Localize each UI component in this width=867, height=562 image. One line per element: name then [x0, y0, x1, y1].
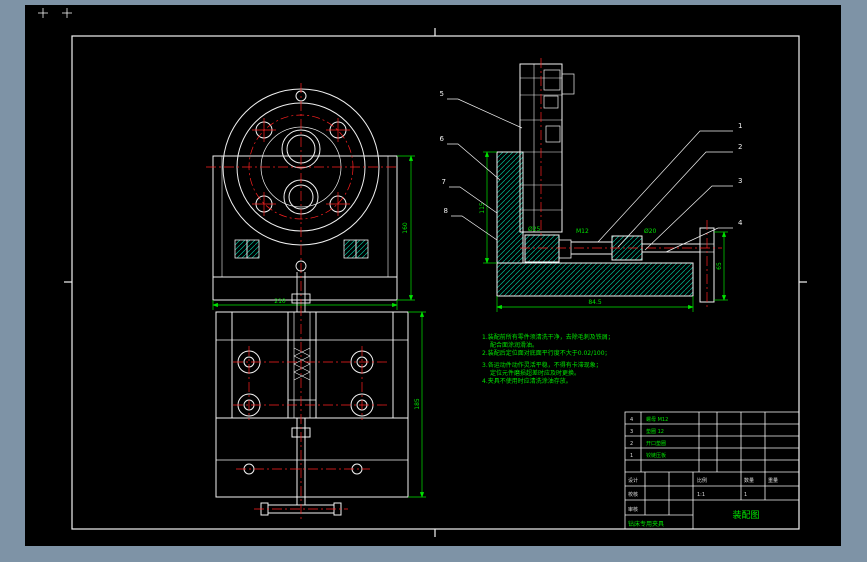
cell-check: 校核 [628, 491, 638, 498]
note-line-3: 2.装配后定位面对底面平行度不大于0.02/100； [482, 349, 611, 357]
balloon-7: 7 [442, 178, 446, 186]
paper-background [25, 5, 841, 546]
bom-name-1: 螺母 M12 [646, 416, 668, 423]
dim-pin-right: 65 [716, 262, 723, 270]
dim-thread: M12 [576, 228, 589, 235]
cell-scale-label: 比例 [697, 477, 707, 484]
drawing-subtitle: 钻床专用夹具 [628, 520, 664, 528]
balloon-3: 3 [738, 177, 742, 185]
note-line-6: 4.夹具不使用时应清洗涂油存放。 [482, 377, 572, 385]
dim-front-height: 185 [414, 398, 421, 410]
cell-scale-value: 1:1 [697, 492, 705, 498]
cell-audit: 审核 [628, 506, 638, 513]
balloon-1: 1 [738, 122, 742, 130]
balloon-4: 4 [738, 219, 743, 227]
dim-dia2: Ø25 [528, 226, 541, 233]
bom-name-4: 铰链压板 [646, 452, 666, 459]
dim-section-left: 115 [479, 202, 486, 214]
note-line-1: 1.装配前所有零件须清洗干净，去除毛刺及铁屑； [482, 333, 614, 341]
dim-top-width: 210 [274, 298, 286, 305]
cell-qty-value: 1 [744, 492, 747, 498]
bom-name-3: 开口垫圈 [646, 440, 666, 447]
bom-no-3: 2 [630, 441, 633, 447]
dim-top-height: 160 [402, 222, 409, 234]
dim-dia: Ø20 [644, 228, 657, 235]
cell-design: 设计 [628, 477, 638, 484]
note-line-5: 定位元件磨损超差时应及时更换。 [490, 369, 580, 377]
note-line-4: 3.各运动件动作灵活平稳，不得有卡滞现象； [482, 361, 602, 369]
bom-no-1: 4 [630, 417, 633, 423]
balloon-6: 6 [440, 135, 445, 143]
cell-weight-label: 重量 [768, 477, 778, 484]
drawing-canvas[interactable]: 160 210 185 115 84.5 65 M12 Ø20 Ø25 1 2 … [0, 0, 867, 562]
drawing-title: 装配图 [732, 509, 759, 521]
cell-qty-label: 数量 [744, 477, 754, 484]
balloon-8: 8 [444, 207, 448, 215]
note-line-2: 配合面涂润滑油。 [490, 341, 538, 349]
bom-no-2: 3 [630, 429, 633, 435]
bom-no-4: 1 [630, 453, 633, 459]
cad-viewer: 160 210 185 115 84.5 65 M12 Ø20 Ø25 1 2 … [0, 0, 867, 562]
bom-name-2: 垫圈 12 [646, 428, 664, 435]
balloon-5: 5 [440, 90, 444, 98]
balloon-2: 2 [738, 143, 742, 151]
dim-section-bottom: 84.5 [588, 299, 602, 306]
